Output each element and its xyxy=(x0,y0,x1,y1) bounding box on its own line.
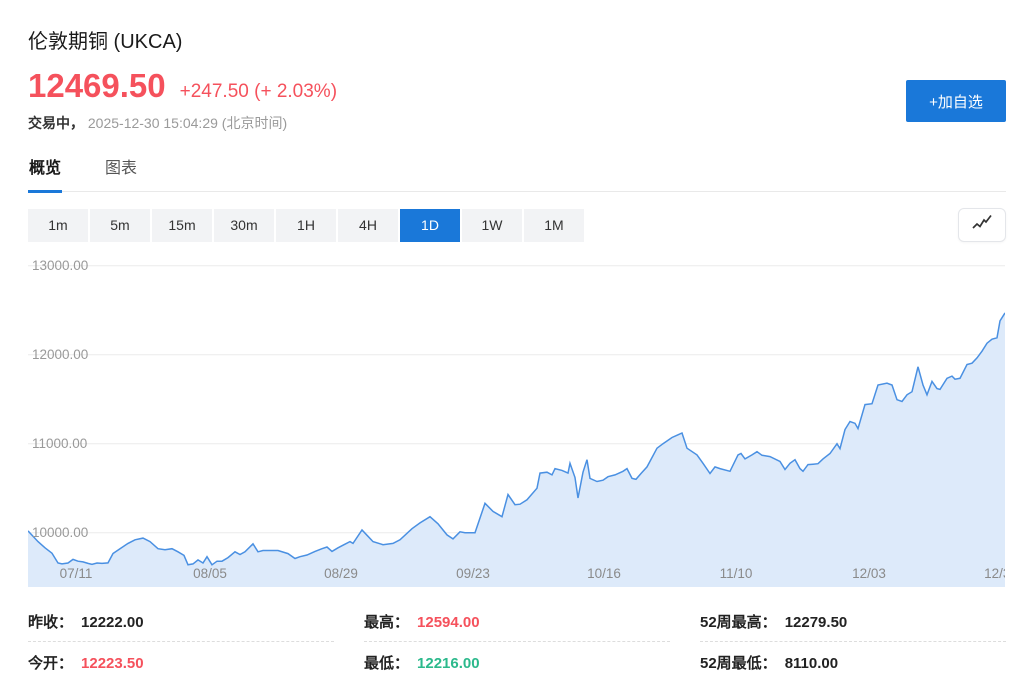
x-axis-label: 07/11 xyxy=(60,566,93,581)
x-axis-label: 12/30 xyxy=(984,566,1005,581)
stat-column: 最高： 12594.00 最低： 12216.00 xyxy=(364,601,670,681)
tab-bar: 概览 图表 xyxy=(28,154,1006,192)
stat-row: 52周最低： 8110.00 xyxy=(700,642,1006,681)
price-chart-svg: 13000.00 12000.00 11000.00 10000.00 07/11 08/… xyxy=(28,254,1005,587)
area-fill xyxy=(28,313,1005,587)
stat-label: 最低： xyxy=(364,652,409,673)
chart-style-button[interactable] xyxy=(958,208,1006,242)
timeframe-1w[interactable]: 1W xyxy=(462,209,522,242)
stat-column: 52周最高： 12279.50 52周最低： 8110.00 xyxy=(700,601,1006,681)
chart-toolbar: 1m5m15m30m1H4H1D1W1M xyxy=(28,208,1006,242)
price-row: 12469.50 +247.50 (+ 2.03%) xyxy=(28,67,1006,105)
quote-timestamp: 2025-12-30 15:04:29 (北京时间) xyxy=(88,115,287,131)
price-change: +247.50 (+ 2.03%) xyxy=(180,81,337,103)
timeframe-1d[interactable]: 1D xyxy=(400,209,460,242)
stat-label: 最高： xyxy=(364,611,409,632)
quote-page: 伦敦期铜 (UKCA) +加自选 12469.50 +247.50 (+ 2.0… xyxy=(0,25,1024,681)
timeframe-5m[interactable]: 5m xyxy=(90,209,150,242)
add-watchlist-button[interactable]: +加自选 xyxy=(906,80,1006,122)
tab-overview[interactable]: 概览 xyxy=(28,154,62,193)
x-axis-label: 08/29 xyxy=(324,566,358,581)
x-axis-label: 11/10 xyxy=(720,566,753,581)
price-chart[interactable]: 13000.00 12000.00 11000.00 10000.00 07/11 08/… xyxy=(28,254,1005,587)
y-axis-label: 11000.00 xyxy=(32,436,87,451)
x-axis-label: 12/03 xyxy=(852,566,886,581)
timeframe-4h[interactable]: 4H xyxy=(338,209,398,242)
status-row: 交易中， 2025-12-30 15:04:29 (北京时间) xyxy=(28,113,1006,133)
line-chart-icon xyxy=(971,214,993,237)
stat-value: 12222.00 xyxy=(81,614,144,631)
stat-label: 今开： xyxy=(28,652,73,673)
stat-value: 12223.50 xyxy=(81,655,144,672)
stat-label: 52周最高： xyxy=(700,611,777,632)
stat-label: 昨收： xyxy=(28,611,73,632)
x-axis-label: 10/16 xyxy=(587,566,621,581)
current-price: 12469.50 xyxy=(28,67,166,105)
stat-row: 昨收： 12222.00 xyxy=(28,601,334,642)
trading-status: 交易中， xyxy=(28,115,84,131)
stat-row: 52周最高： 12279.50 xyxy=(700,601,1006,642)
stat-row: 今开： 12223.50 xyxy=(28,642,334,681)
tab-chart[interactable]: 图表 xyxy=(104,154,138,191)
stat-row: 最高： 12594.00 xyxy=(364,601,670,642)
x-axis-label: 09/23 xyxy=(456,566,490,581)
timeframe-1m[interactable]: 1m xyxy=(28,209,88,242)
stat-label: 52周最低： xyxy=(700,652,777,673)
stat-column: 昨收： 12222.00 今开： 12223.50 xyxy=(28,601,334,681)
y-axis-label: 13000.00 xyxy=(32,258,88,273)
timeframe-bar: 1m5m15m30m1H4H1D1W1M xyxy=(28,209,584,242)
stat-value: 12594.00 xyxy=(417,614,480,631)
timeframe-1m[interactable]: 1M xyxy=(524,209,584,242)
stat-value: 12279.50 xyxy=(785,614,848,631)
timeframe-15m[interactable]: 15m xyxy=(152,209,212,242)
timeframe-30m[interactable]: 30m xyxy=(214,209,274,242)
stats-grid: 昨收： 12222.00 今开： 12223.50 最高： 12594.00 最低： 1221… xyxy=(28,601,1006,681)
x-axis-label: 08/05 xyxy=(193,566,227,581)
y-axis-label: 10000.00 xyxy=(32,525,88,540)
stat-value: 12216.00 xyxy=(417,655,480,672)
stat-value: 8110.00 xyxy=(785,655,838,672)
y-axis-label: 12000.00 xyxy=(32,347,88,362)
stat-row: 最低： 12216.00 xyxy=(364,642,670,681)
page-title: 伦敦期铜 (UKCA) xyxy=(28,25,1006,54)
timeframe-1h[interactable]: 1H xyxy=(276,209,336,242)
